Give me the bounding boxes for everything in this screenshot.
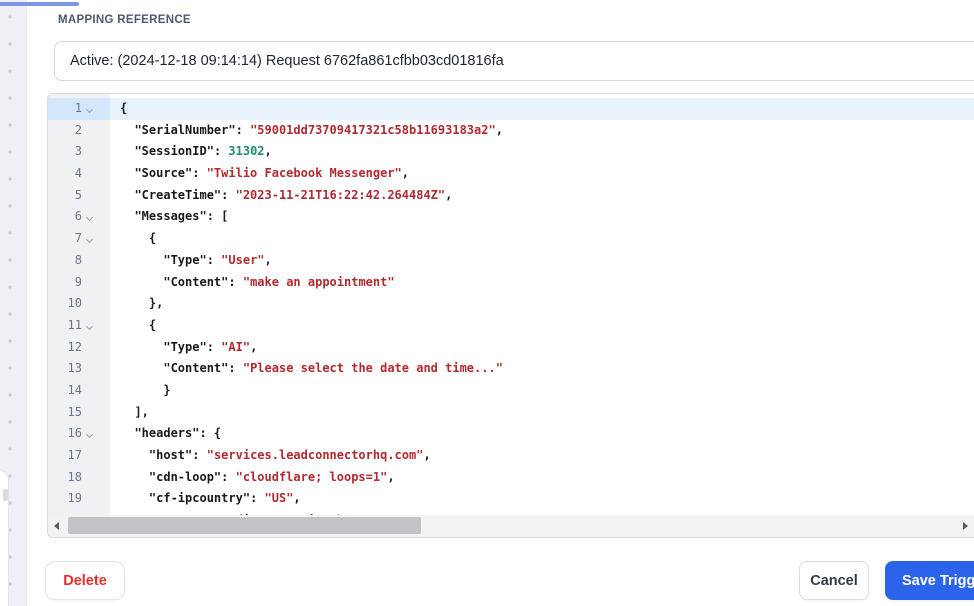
code-line: "SessionID": 31302, — [134, 144, 272, 159]
gutter-line-number: 6 — [48, 206, 110, 228]
workflow-node-card — [0, 470, 9, 606]
gutter-line-number: 8 — [48, 250, 110, 272]
top-accent-bar — [0, 2, 79, 6]
gutter-line-number: 13 — [48, 358, 110, 380]
gutter-line-number: 16 — [48, 423, 110, 445]
code-line: "cdn-loop": "cloudflare; loops=1", — [148, 469, 395, 484]
code-line: "Type": "AI", — [163, 339, 258, 354]
gutter-line-number: 18 — [48, 467, 110, 489]
code-line: }, — [120, 296, 164, 311]
gutter-line-number: 3 — [48, 141, 110, 163]
gutter-line-number: 7 — [48, 228, 110, 250]
editor-gutter: 1234567891011121314151617181920 — [48, 94, 110, 537]
code-line: "SerialNumber": "59001dd73709417321c58b1… — [134, 122, 503, 137]
scrollbar-thumb[interactable] — [68, 517, 421, 534]
code-line: "Content": "Please select the date and t… — [163, 361, 503, 376]
code-line: "host": "services.leadconnectorhq.com", — [148, 448, 431, 462]
mapping-reference-select[interactable]: Active: (2024-12-18 09:14:14) Request 67… — [54, 41, 974, 81]
code-line: "CreateTime": "2023-11-21T16:22:42.26448… — [134, 187, 453, 202]
code-line: ], — [120, 404, 149, 419]
gutter-line-number: 11 — [48, 315, 110, 337]
gutter-line-number: 12 — [48, 337, 110, 359]
gutter-line-number: 14 — [48, 380, 110, 402]
fold-toggle-icon[interactable] — [82, 228, 100, 250]
screen: MAPPING REFERENCE Active: (2024-12-18 09… — [0, 0, 974, 606]
fold-toggle-icon[interactable] — [82, 206, 100, 228]
code-line: "Type": "User", — [163, 252, 272, 267]
code-line: { — [110, 98, 974, 120]
fold-toggle-icon[interactable] — [82, 98, 100, 120]
gutter-line-number: 19 — [48, 488, 110, 510]
gutter-line-number: 2 — [48, 120, 110, 142]
code-line: "headers": { — [134, 426, 222, 441]
delete-button[interactable]: Delete — [45, 561, 125, 600]
code-line: } — [120, 382, 171, 397]
section-label: MAPPING REFERENCE — [58, 14, 191, 26]
gutter-line-number: 4 — [48, 163, 110, 185]
code-line: "Messages": [ — [134, 209, 229, 224]
code-line: { — [120, 231, 157, 246]
json-code-editor[interactable]: 1234567891011121314151617181920 { "Seria… — [47, 93, 974, 538]
fold-toggle-icon[interactable] — [82, 423, 100, 445]
code-line: "Source": "Twilio Facebook Messenger", — [134, 166, 410, 181]
trigger-settings-panel: MAPPING REFERENCE Active: (2024-12-18 09… — [26, 0, 974, 606]
code-line: "Content": "make an appointment" — [163, 274, 395, 289]
scroll-left-icon[interactable] — [54, 522, 59, 530]
gutter-line-number: 10 — [48, 293, 110, 315]
cancel-button[interactable]: Cancel — [799, 561, 869, 600]
gutter-line-number: 5 — [48, 185, 110, 207]
gutter-line-number: 1 — [48, 98, 110, 120]
editor-code[interactable]: { "SerialNumber": "59001dd73709417321c58… — [110, 94, 974, 537]
horizontal-scrollbar[interactable] — [48, 515, 974, 537]
gutter-line-number: 15 — [48, 402, 110, 424]
card-detail — [3, 489, 8, 501]
save-trigger-button[interactable]: Save Trigger — [885, 561, 974, 600]
gutter-line-number: 9 — [48, 272, 110, 294]
fold-toggle-icon[interactable] — [82, 315, 100, 337]
gutter-line-number: 17 — [48, 445, 110, 467]
code-line: { — [120, 317, 157, 332]
code-line: "cf-ipcountry": "US", — [148, 491, 301, 506]
mapping-reference-select-value: Active: (2024-12-18 09:14:14) Request 67… — [70, 53, 504, 69]
scroll-right-icon[interactable] — [963, 522, 968, 530]
